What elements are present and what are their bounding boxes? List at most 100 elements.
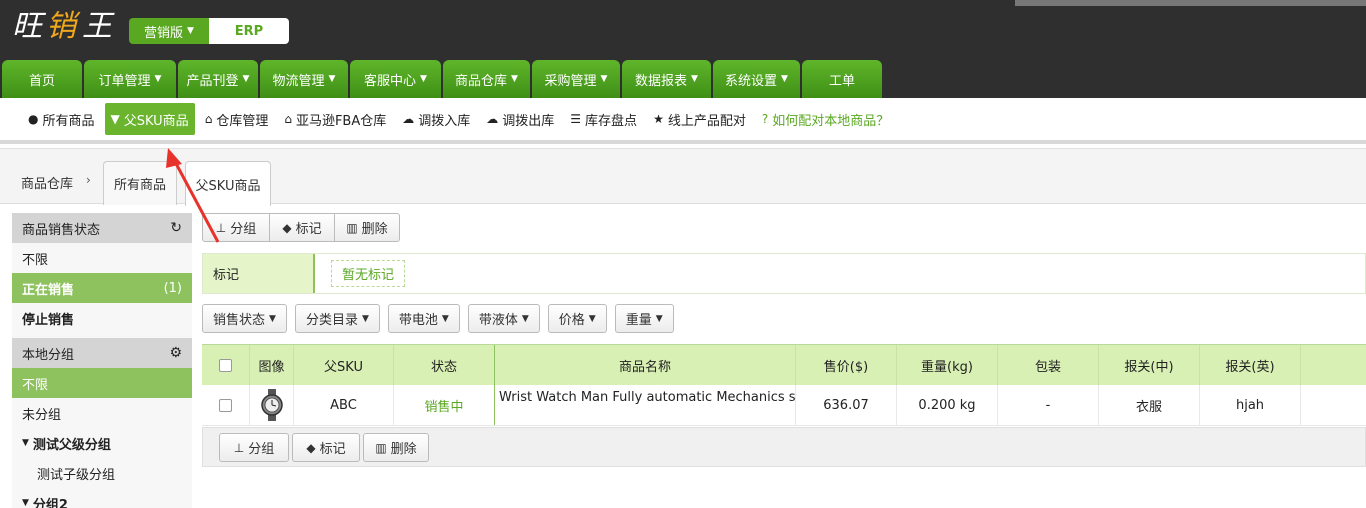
mark-button[interactable]: ◆ 标记 xyxy=(269,213,335,242)
nav-logistics[interactable]: 物流管理 ▼ xyxy=(260,60,348,98)
filter-label: 销售状态 xyxy=(213,313,266,328)
bottom-mark-button[interactable]: ◆ 标记 xyxy=(292,433,360,462)
bottom-delete-button[interactable]: ▥ 删除 xyxy=(363,433,429,462)
svg-text:王: 王 xyxy=(82,9,115,44)
filter-liquid[interactable]: 带液体 ▼ xyxy=(467,304,540,333)
nav-warehouse[interactable]: 商品仓库 ▼ xyxy=(443,60,530,98)
nav-label: 订单管理 xyxy=(98,73,151,89)
group-any[interactable]: 不限 xyxy=(12,368,192,398)
subnav-online-pairing[interactable]: ★ 线上产品配对 xyxy=(647,103,752,135)
group-ungrouped[interactable]: 未分组 xyxy=(12,398,192,428)
nav-label: 工单 xyxy=(828,73,855,89)
caret-down-icon: ▼ xyxy=(600,74,608,84)
subnav-label: 线上产品配对 xyxy=(667,113,746,129)
nav-label: 商品仓库 xyxy=(455,73,508,89)
group-2[interactable]: ▼ 分组2 xyxy=(12,488,192,508)
nav-reports[interactable]: 数据报表 ▼ xyxy=(622,60,711,98)
tab-parent-sku[interactable]: 父SKU商品 xyxy=(185,161,271,206)
star-icon: ★ xyxy=(653,112,664,126)
nav-orders[interactable]: 订单管理 ▼ xyxy=(84,60,176,98)
row-name[interactable]: Wrist Watch Man Fully automatic Mechanic… xyxy=(495,385,796,425)
no-tags-placeholder[interactable]: 暂无标记 xyxy=(331,260,406,287)
col-price[interactable]: 售价($) xyxy=(796,345,897,385)
bottom-toolbar: ⊥ 分组 ◆ 标记 ▥ 删除 xyxy=(202,427,1366,467)
refresh-icon[interactable]: ↻ xyxy=(170,220,182,236)
item-label: 不限 xyxy=(22,252,49,268)
main-nav: 首页 订单管理 ▼ 产品刊登 ▼ 物流管理 ▼ 客服中心 ▼ 商品仓库 ▼ 采购管理 ▼ 数… xyxy=(2,60,882,98)
select-all-checkbox[interactable] xyxy=(219,358,232,372)
sales-status-any[interactable]: 不限 xyxy=(12,243,192,273)
filter-price[interactable]: 价格 ▼ xyxy=(547,304,607,333)
edition-selected: 营销版 xyxy=(144,25,184,41)
top-scroll-strip xyxy=(1015,0,1366,6)
row-status: 销售中 xyxy=(394,385,495,425)
subnav-parent-sku[interactable]: ▼ 父SKU商品 xyxy=(104,103,195,135)
filter-battery[interactable]: 带电池 ▼ xyxy=(387,304,460,333)
trash-icon: ▥ xyxy=(375,440,387,455)
brand-logo[interactable]: 旺 销 王 xyxy=(10,4,122,44)
subnav-stocktake[interactable]: ☰ 库存盘点 xyxy=(564,103,643,135)
subnav-label: 调拨入库 xyxy=(418,113,471,129)
nav-label: 数据报表 xyxy=(635,73,688,89)
subnav-warehouse-mgmt[interactable]: ⌂ 仓库管理 xyxy=(199,103,275,135)
col-customs-cn: 报关(中) xyxy=(1099,345,1200,385)
group-button[interactable]: ⊥ 分组 xyxy=(202,213,270,242)
item-label: 正在销售 xyxy=(22,282,75,298)
filter-bar: 销售状态 ▼ 分类目录 ▼ 带电池 ▼ 带液体 ▼ 价格 ▼ 重量 ▼ xyxy=(202,304,674,333)
row-checkbox[interactable] xyxy=(219,398,232,412)
sales-status-selling[interactable]: 正在销售 (1) xyxy=(12,273,192,303)
filter-icon: ▼ xyxy=(110,112,120,126)
tab-all-products[interactable]: 所有商品 xyxy=(103,161,177,205)
delete-button[interactable]: ▥ 删除 xyxy=(334,213,400,242)
table-header: 图像 父SKU 状态 商品名称 售价($) 重量(kg) 包装 报关(中) 报关… xyxy=(202,344,1366,385)
subnav-transfer-out[interactable]: ☁ 调拨出库 xyxy=(480,103,560,135)
watch-image[interactable] xyxy=(259,389,285,421)
filter-weight[interactable]: 重量 ▼ xyxy=(614,304,674,333)
caret-down-icon: ▼ xyxy=(588,313,596,324)
caret-down-icon: ▼ xyxy=(361,313,369,324)
subnav-label: 仓库管理 xyxy=(216,113,269,129)
col-weight[interactable]: 重量(kg) xyxy=(897,345,998,385)
item-label: 停止销售 xyxy=(22,312,75,328)
nav-settings[interactable]: 系统设置 ▼ xyxy=(713,60,800,98)
svg-text:旺: 旺 xyxy=(12,9,47,44)
group-test-parent[interactable]: ▼ 测试父级分组 xyxy=(12,428,192,458)
nav-label: 产品刊登 xyxy=(186,73,239,89)
btn-label: 删除 xyxy=(361,222,388,237)
gear-icon[interactable]: ⚙ xyxy=(169,345,182,361)
btn-label: 删除 xyxy=(390,442,417,457)
subnav-all-products[interactable]: ● 所有商品 xyxy=(22,103,101,135)
subnav-transfer-in[interactable]: ☁ 调拨入库 xyxy=(396,103,476,135)
subnav-fba[interactable]: ⌂ 亚马逊FBA仓库 xyxy=(278,103,392,135)
row-extra xyxy=(1301,385,1366,425)
col-customs-en: 报关(英) xyxy=(1200,345,1301,385)
edition-dropdown[interactable]: 营销版 ▼ xyxy=(129,18,209,44)
caret-down-icon: ▼ xyxy=(511,74,518,84)
chevron-right-icon: › xyxy=(86,173,91,187)
table-row[interactable]: ABC 销售中 Wrist Watch Man Fully automatic … xyxy=(202,385,1366,426)
nav-service[interactable]: 客服中心 ▼ xyxy=(350,60,441,98)
row-price: 636.07 xyxy=(796,385,897,425)
nav-home[interactable]: 首页 xyxy=(2,60,82,98)
col-image: 图像 xyxy=(250,345,294,385)
col-parent-sku[interactable]: 父SKU xyxy=(294,345,394,385)
barcode-icon: ☰ xyxy=(570,112,582,126)
sales-status-stopped[interactable]: 停止销售 xyxy=(12,303,192,333)
breadcrumb-root[interactable]: 商品仓库 xyxy=(21,173,73,192)
subnav-help-link[interactable]: ? 如何配对本地商品？ xyxy=(756,103,895,135)
sidebar: 商品销售状态 ↻ 不限 正在销售 (1) 停止销售 本地分组 ⚙ 不限 未分组 ▼… xyxy=(12,213,192,508)
row-select-cell xyxy=(202,385,250,425)
filter-sales-status[interactable]: 销售状态 ▼ xyxy=(202,304,287,333)
caret-down-icon: ▼ xyxy=(521,313,529,324)
nav-tickets[interactable]: 工单 xyxy=(802,60,882,98)
group-test-child[interactable]: 测试子级分组 xyxy=(12,458,192,488)
bottom-group-button[interactable]: ⊥ 分组 xyxy=(219,433,289,462)
filter-category[interactable]: 分类目录 ▼ xyxy=(294,304,380,333)
row-weight: 0.200 kg xyxy=(897,385,998,425)
nav-listing[interactable]: 产品刊登 ▼ xyxy=(178,60,258,98)
nav-purchase[interactable]: 采购管理 ▼ xyxy=(532,60,620,98)
dot-icon: ● xyxy=(28,112,39,126)
item-label: 测试父级分组 xyxy=(32,437,111,453)
cloud-upload-icon: ☁ xyxy=(402,112,415,126)
erp-button[interactable]: ERP xyxy=(209,18,289,44)
